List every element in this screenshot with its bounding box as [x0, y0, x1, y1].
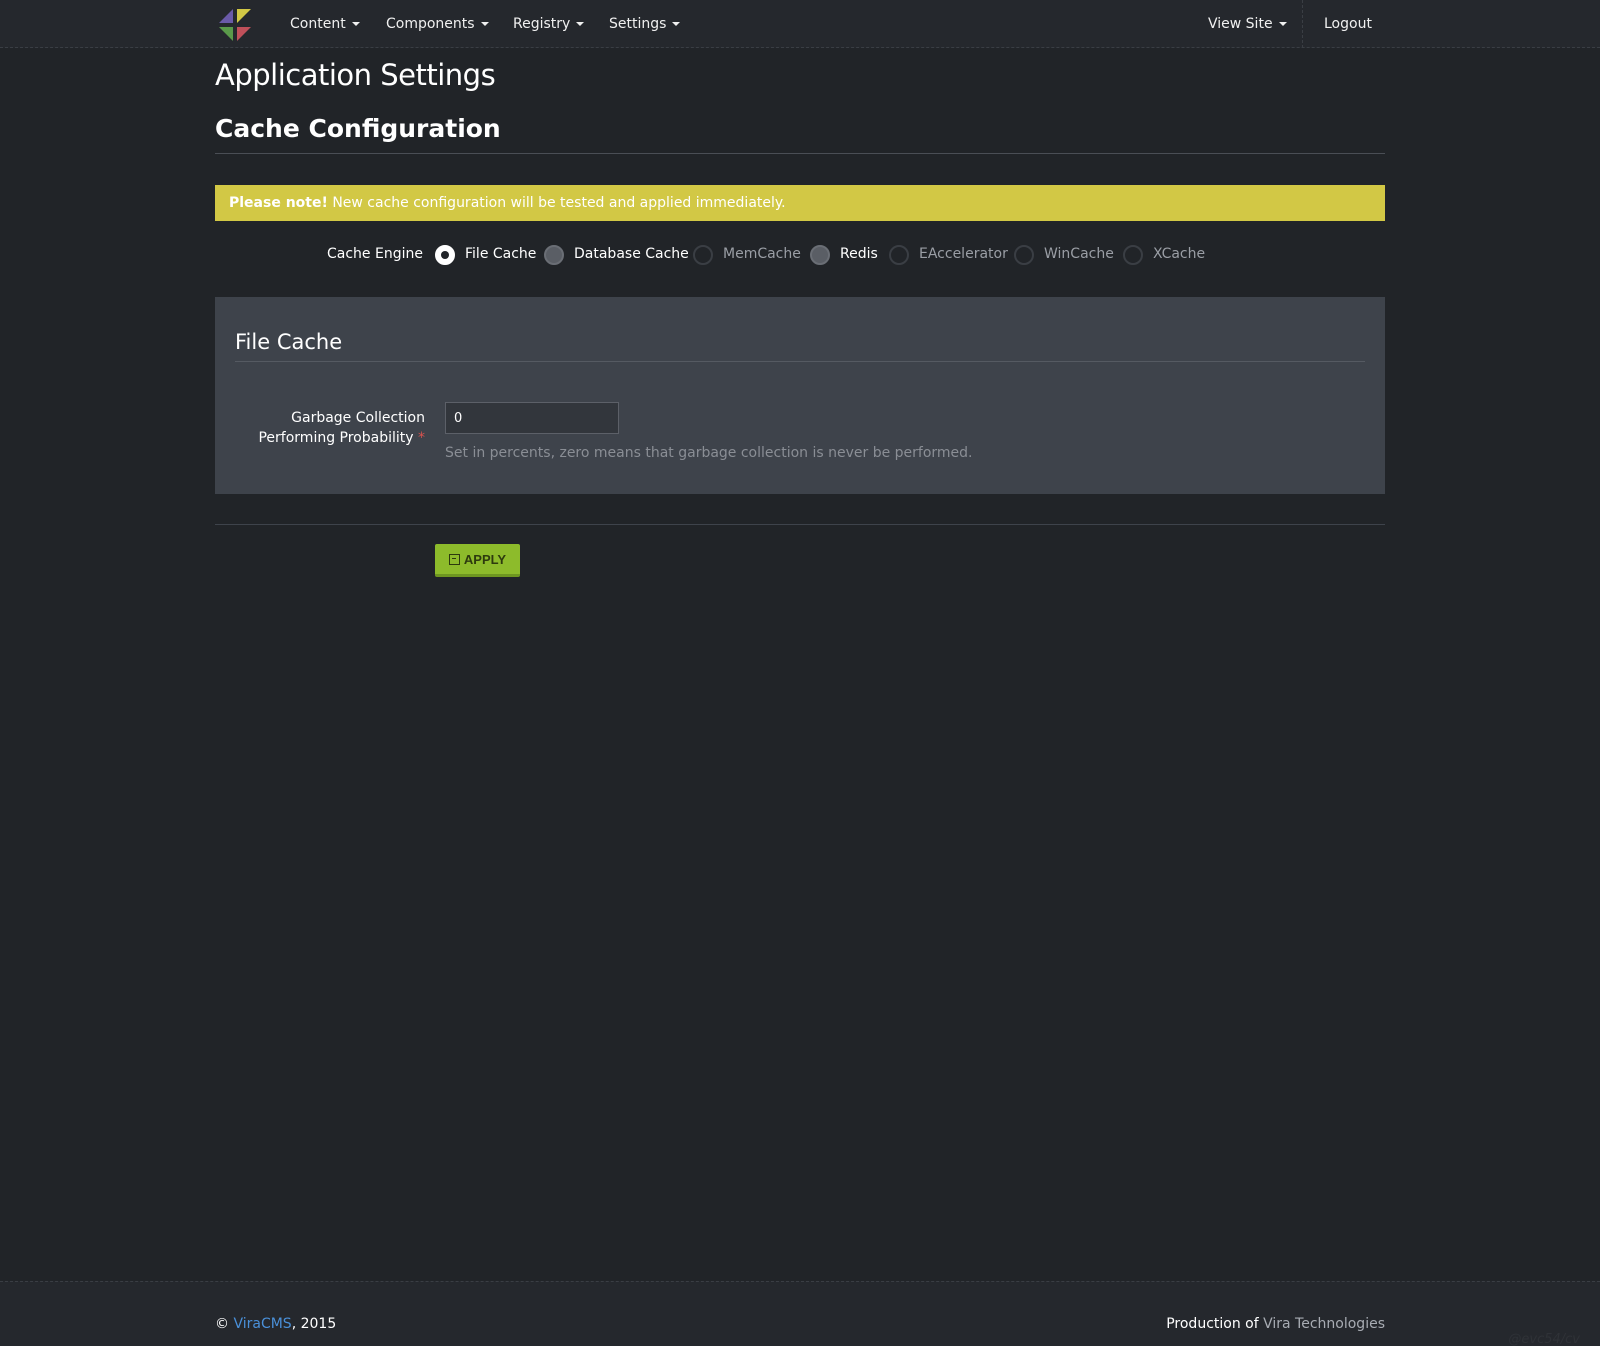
radio-wincache-label: WinCache	[1044, 246, 1114, 262]
vira-technologies-link[interactable]: Vira Technologies	[1263, 1316, 1385, 1332]
note-alert: Please note! New cache configuration wil…	[215, 185, 1385, 221]
gc-label-line1: Garbage Collection	[291, 410, 425, 426]
gc-label-line2: Performing Probability	[258, 430, 414, 446]
logout-label: Logout	[1324, 16, 1372, 32]
footer-year: , 2015	[291, 1316, 337, 1332]
nav-view-site-label: View Site	[1208, 16, 1273, 32]
radio-disabled-icon	[1014, 245, 1034, 265]
caret-down-icon	[351, 22, 360, 26]
nav-divider	[1302, 0, 1303, 48]
radio-disabled-icon	[1123, 245, 1143, 265]
radio-eaccelerator-label: EAccelerator	[919, 246, 1008, 262]
nav-registry-label: Registry	[513, 16, 571, 32]
alert-text: New cache configuration will be tested a…	[327, 195, 786, 211]
nav-settings-label: Settings	[609, 16, 667, 32]
radio-memcache-label: MemCache	[723, 246, 801, 262]
footer-copyright: © ViraCMS, 2015	[215, 1316, 336, 1332]
cache-engine-label: Cache Engine	[327, 246, 423, 262]
watermark: @evc54/cv	[1508, 1332, 1580, 1346]
copyright-symbol: ©	[215, 1316, 229, 1332]
caret-down-icon	[480, 22, 489, 26]
radio-checked-icon[interactable]	[435, 245, 455, 265]
save-icon	[448, 553, 460, 565]
nav-content-label: Content	[290, 16, 346, 32]
gc-probability-label: Garbage Collection Performing Probabilit…	[235, 408, 425, 448]
panel-title: File Cache	[235, 330, 343, 354]
gc-probability-help: Set in percents, zero means that garbage…	[445, 445, 973, 461]
panel-divider	[235, 361, 1365, 362]
section-divider	[215, 153, 1385, 154]
radio-disabled-icon	[889, 245, 909, 265]
radio-xcache-label: XCache	[1153, 246, 1206, 262]
nav-components-menu[interactable]: Components	[386, 0, 489, 48]
apply-button[interactable]: APPLY	[435, 544, 520, 577]
footer-production: Production of Vira Technologies	[1166, 1316, 1385, 1332]
radio-disabled-icon	[693, 245, 713, 265]
gc-probability-input[interactable]	[445, 402, 619, 434]
caret-down-icon	[672, 22, 681, 26]
nav-view-site-menu[interactable]: View Site	[1208, 0, 1287, 48]
radio-database-cache-label: Database Cache	[574, 246, 689, 262]
top-navbar: Content Components Registry Settings Vie…	[0, 0, 1600, 48]
nav-components-label: Components	[386, 16, 475, 32]
production-of-text: Production of	[1166, 1316, 1264, 1332]
viracms-link[interactable]: ViraCMS	[233, 1316, 291, 1332]
logout-link[interactable]: Logout	[1324, 0, 1372, 48]
caret-down-icon	[576, 22, 585, 26]
required-marker: *	[418, 430, 425, 446]
section-title: Cache Configuration	[215, 114, 501, 143]
viracms-logo-icon[interactable]	[217, 7, 253, 43]
file-cache-panel: File Cache Garbage Collection Performing…	[215, 297, 1385, 494]
nav-registry-menu[interactable]: Registry	[513, 0, 585, 48]
page-title: Application Settings	[215, 58, 496, 92]
form-actions-divider	[215, 524, 1385, 525]
radio-unchecked-icon[interactable]	[810, 245, 830, 265]
radio-unchecked-icon[interactable]	[544, 245, 564, 265]
alert-strong: Please note!	[229, 195, 328, 211]
nav-content-menu[interactable]: Content	[290, 0, 360, 48]
footer: © ViraCMS, 2015 Production of Vira Techn…	[0, 1281, 1600, 1346]
radio-file-cache-label: File Cache	[465, 246, 537, 262]
nav-settings-menu[interactable]: Settings	[609, 0, 681, 48]
caret-down-icon	[1278, 22, 1287, 26]
apply-label: APPLY	[463, 551, 507, 567]
radio-redis-label: Redis	[840, 246, 878, 262]
